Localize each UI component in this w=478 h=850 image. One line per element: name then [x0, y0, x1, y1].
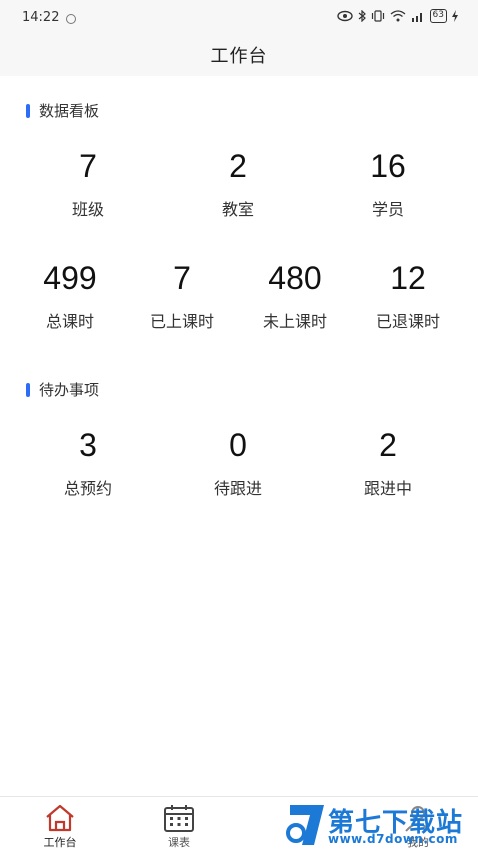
todo-pending-followup[interactable]: 0 待跟进 [183, 427, 293, 499]
stat-refunded-hours[interactable]: 12 已退课时 [353, 260, 463, 332]
stat-label: 教室 [221, 200, 254, 219]
stat-value: 16 [370, 148, 406, 184]
stat-value: 12 [390, 260, 426, 296]
stat-classrooms[interactable]: 2 教室 [183, 148, 293, 220]
tab-workbench[interactable]: 工作台 [30, 803, 90, 850]
status-icons: 63 [336, 9, 458, 23]
stat-classes[interactable]: 7 班级 [33, 148, 143, 220]
stat-label: 总预约 [63, 479, 112, 498]
bluetooth-icon [358, 10, 366, 22]
stat-value: 480 [268, 260, 322, 296]
dashboard-section-title: 数据看板 [26, 100, 99, 121]
tab-label: 课表 [168, 836, 190, 849]
page-title: 工作台 [210, 46, 268, 67]
stat-value: 7 [79, 148, 97, 184]
stat-label: 跟进中 [363, 479, 412, 498]
stat-label: 总课时 [45, 312, 94, 331]
wifi-icon [390, 10, 405, 22]
stat-label: 未上课时 [262, 312, 327, 331]
stat-value: 2 [379, 427, 397, 463]
charging-icon [452, 10, 458, 22]
status-bar: 14:22 63 [0, 0, 478, 34]
tab-label: 工作台 [43, 836, 77, 849]
watermark: 第七下载站 www.d7down.com [284, 800, 478, 850]
stat-value: 499 [43, 260, 97, 296]
tab-schedule[interactable]: 课表 [149, 803, 209, 850]
home-icon [46, 804, 74, 832]
notification-dot-icon [66, 14, 76, 24]
watermark-logo-icon [286, 805, 324, 845]
todo-total-appointments[interactable]: 3 总预约 [33, 427, 143, 499]
vibrate-icon [371, 10, 384, 22]
todo-section-title: 待办事项 [26, 379, 99, 400]
stat-value: 3 [79, 427, 97, 463]
eye-icon [336, 10, 353, 22]
stat-label: 已上课时 [149, 312, 214, 331]
todo-in-followup[interactable]: 2 跟进中 [333, 427, 443, 499]
stat-total-hours[interactable]: 499 总课时 [15, 260, 125, 332]
signal-icon [411, 13, 422, 22]
calendar-icon [164, 805, 194, 832]
section-accent-bar [26, 382, 30, 397]
stat-value: 7 [173, 260, 191, 296]
stat-value: 0 [229, 427, 247, 463]
section-accent-bar [26, 103, 30, 118]
stat-label: 待跟进 [213, 479, 262, 498]
section-label: 数据看板 [39, 102, 100, 120]
status-time: 14:22 [22, 10, 60, 25]
stat-label: 已退课时 [375, 312, 440, 331]
battery-indicator: 63 [429, 9, 447, 23]
watermark-url: www.d7down.com [328, 832, 458, 846]
stat-label: 学员 [371, 200, 404, 219]
stat-remaining-hours[interactable]: 480 未上课时 [240, 260, 350, 332]
stat-value: 2 [229, 148, 247, 184]
header: 工作台 [0, 34, 478, 76]
stat-completed-hours[interactable]: 7 已上课时 [127, 260, 237, 332]
stat-label: 班级 [71, 200, 104, 219]
section-label: 待办事项 [39, 381, 100, 399]
stat-students[interactable]: 16 学员 [333, 148, 443, 220]
